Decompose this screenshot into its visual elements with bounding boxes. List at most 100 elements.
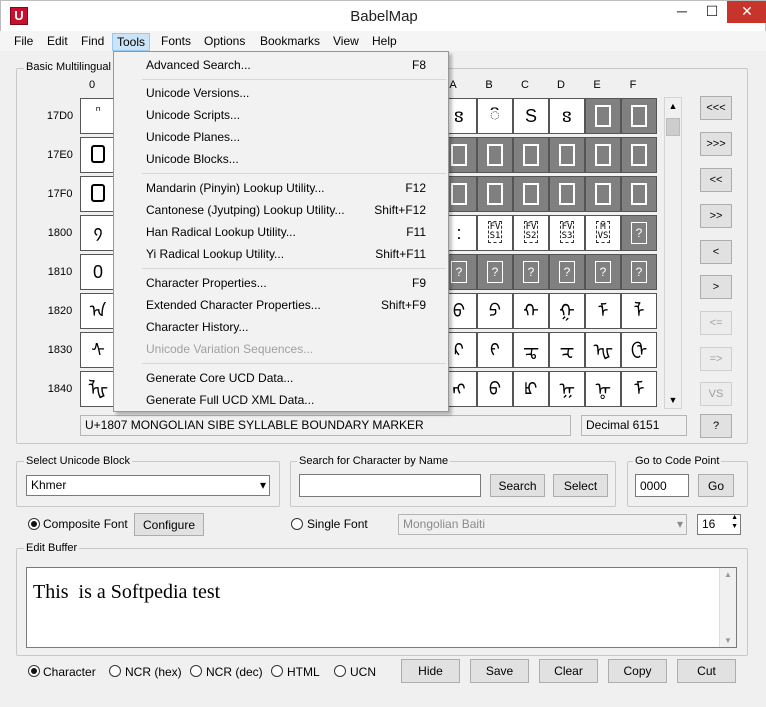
hide-button[interactable]: Hide (401, 659, 460, 683)
single-font-radio[interactable] (291, 518, 303, 530)
grid-cell[interactable] (621, 176, 657, 212)
grid-cell[interactable]: ᠼ (513, 332, 549, 368)
scroll-up-icon[interactable]: ▲ (724, 570, 732, 579)
grid-cell[interactable] (513, 176, 549, 212)
grid-cell[interactable]: S (513, 98, 549, 134)
grid-cell[interactable] (585, 176, 621, 212)
grid-cell[interactable]: ? (477, 254, 513, 290)
grid-cell[interactable]: ᠯ (621, 293, 657, 329)
grid-cell[interactable]: ᠠ (80, 293, 116, 329)
grid-cell[interactable] (621, 98, 657, 134)
grid-cell[interactable]: ? (513, 254, 549, 290)
scroll-down-icon[interactable]: ▼ (665, 392, 681, 408)
single-font-select[interactable]: Mongolian Baiti (398, 514, 687, 535)
grid-scrollbar[interactable]: ▲ ▼ (664, 97, 682, 409)
grid-cell[interactable]: ? (621, 215, 657, 251)
menu-item-generate-core-ucd[interactable]: Generate Core UCD Data... (116, 367, 446, 389)
clear-button[interactable]: Clear (539, 659, 598, 683)
grid-cell[interactable]: M VS (585, 215, 621, 251)
menu-item-unicode-planes[interactable]: Unicode Planes... (116, 126, 446, 148)
grid-cell[interactable]: ᡏ (621, 371, 657, 407)
help-button[interactable]: ? (700, 414, 732, 438)
unicode-block-select[interactable]: Khmer (26, 475, 270, 496)
menu-file[interactable]: File (10, 33, 37, 51)
grid-cell[interactable]: ? (549, 254, 585, 290)
grid-cell[interactable]: ᡌ (513, 371, 549, 407)
menu-help[interactable]: Help (368, 33, 401, 51)
grid-cell[interactable]: ᡍ (549, 371, 585, 407)
grid-cell[interactable]: ᠽ (549, 332, 585, 368)
grid-cell[interactable]: 0 (80, 254, 116, 290)
configure-button[interactable]: Configure (134, 513, 204, 536)
grid-cell[interactable]: ᡋ (477, 371, 513, 407)
menu-bookmarks[interactable]: Bookmarks (256, 33, 324, 51)
prev-page-button[interactable]: < (700, 240, 732, 264)
grid-cell[interactable]: ៝ (477, 98, 513, 134)
maximize-button[interactable]: ☐ (697, 1, 727, 23)
grid-cell[interactable]: ᡎ (585, 371, 621, 407)
grid-cell[interactable]: ᠿ (621, 332, 657, 368)
mode-ncr-dec-radio[interactable] (190, 665, 202, 677)
grid-cell[interactable]: ? (585, 254, 621, 290)
stepper-up-icon[interactable]: ▲ (731, 514, 738, 521)
grid-cell[interactable]: ᡀ (80, 371, 116, 407)
minimize-button[interactable]: ─ (667, 1, 697, 23)
next-block-button[interactable]: >> (700, 204, 732, 228)
scroll-thumb[interactable] (666, 118, 680, 136)
grid-cell[interactable] (585, 98, 621, 134)
menu-options[interactable]: Options (200, 33, 249, 51)
grid-cell[interactable]: FV S3 (549, 215, 585, 251)
menu-tools[interactable]: Tools (112, 33, 151, 51)
grid-cell[interactable] (621, 137, 657, 173)
menu-item-character-properties[interactable]: Character Properties... F9 (116, 272, 446, 294)
edit-buffer-scrollbar[interactable]: ▲ ▼ (719, 568, 736, 647)
select-button[interactable]: Select (553, 474, 608, 497)
close-button[interactable]: ✕ (727, 1, 766, 23)
composite-font-radio[interactable] (28, 518, 40, 530)
prev-block-button[interactable]: << (700, 168, 732, 192)
grid-cell[interactable]: ᠫ (477, 293, 513, 329)
grid-cell[interactable]: ᠀ (80, 215, 116, 251)
search-button[interactable]: Search (490, 474, 545, 497)
history-back-button[interactable]: <= (700, 311, 732, 335)
menu-item-extended-properties[interactable]: Extended Character Properties... Shift+F… (116, 294, 446, 316)
grid-cell[interactable]: ᠭ (549, 293, 585, 329)
menu-item-unicode-scripts[interactable]: Unicode Scripts... (116, 104, 446, 126)
grid-cell[interactable] (80, 137, 116, 173)
grid-cell[interactable]: ᠾ (585, 332, 621, 368)
cut-button[interactable]: Cut (677, 659, 736, 683)
font-size-stepper[interactable]: 16 ▲ ▼ (697, 514, 741, 535)
mode-ncr-hex-radio[interactable] (109, 665, 121, 677)
variation-sequences-button[interactable]: VS (700, 382, 732, 406)
save-button[interactable]: Save (470, 659, 529, 683)
grid-cell[interactable]: ᠻ (477, 332, 513, 368)
grid-cell[interactable]: ᠮ (585, 293, 621, 329)
history-forward-button[interactable]: => (700, 347, 732, 371)
next-page-button[interactable]: > (700, 275, 732, 299)
edit-buffer-textarea[interactable]: This is a Softpedia test ▲ ▼ (26, 567, 737, 648)
menu-item-cantonese-lookup[interactable]: Cantonese (Jyutping) Lookup Utility... S… (116, 199, 446, 221)
grid-cell[interactable]: ៜ (549, 98, 585, 134)
grid-cell[interactable] (513, 137, 549, 173)
grid-cell[interactable]: ᠬ (513, 293, 549, 329)
menu-edit[interactable]: Edit (43, 33, 72, 51)
search-input[interactable] (299, 474, 481, 497)
grid-cell[interactable] (80, 176, 116, 212)
mode-html-radio[interactable] (271, 665, 283, 677)
menu-item-unicode-versions[interactable]: Unicode Versions... (116, 82, 446, 104)
menu-item-han-radical-lookup[interactable]: Han Radical Lookup Utility... F11 (116, 221, 446, 243)
mode-character-radio[interactable] (28, 665, 40, 677)
grid-cell[interactable] (477, 176, 513, 212)
menu-find[interactable]: Find (77, 33, 108, 51)
grid-cell[interactable] (549, 176, 585, 212)
grid-cell[interactable]: FV S2 (513, 215, 549, 251)
grid-cell[interactable] (477, 137, 513, 173)
first-page-button[interactable]: <<< (700, 96, 732, 120)
grid-cell[interactable]: ᠰ (80, 332, 116, 368)
scroll-up-icon[interactable]: ▲ (665, 98, 681, 114)
copy-button[interactable]: Copy (608, 659, 667, 683)
menu-view[interactable]: View (329, 33, 363, 51)
menu-item-generate-full-ucd-xml[interactable]: Generate Full UCD XML Data... (116, 389, 446, 411)
menu-item-character-history[interactable]: Character History... (116, 316, 446, 338)
menu-item-advanced-search[interactable]: Advanced Search... F8 (116, 54, 446, 76)
